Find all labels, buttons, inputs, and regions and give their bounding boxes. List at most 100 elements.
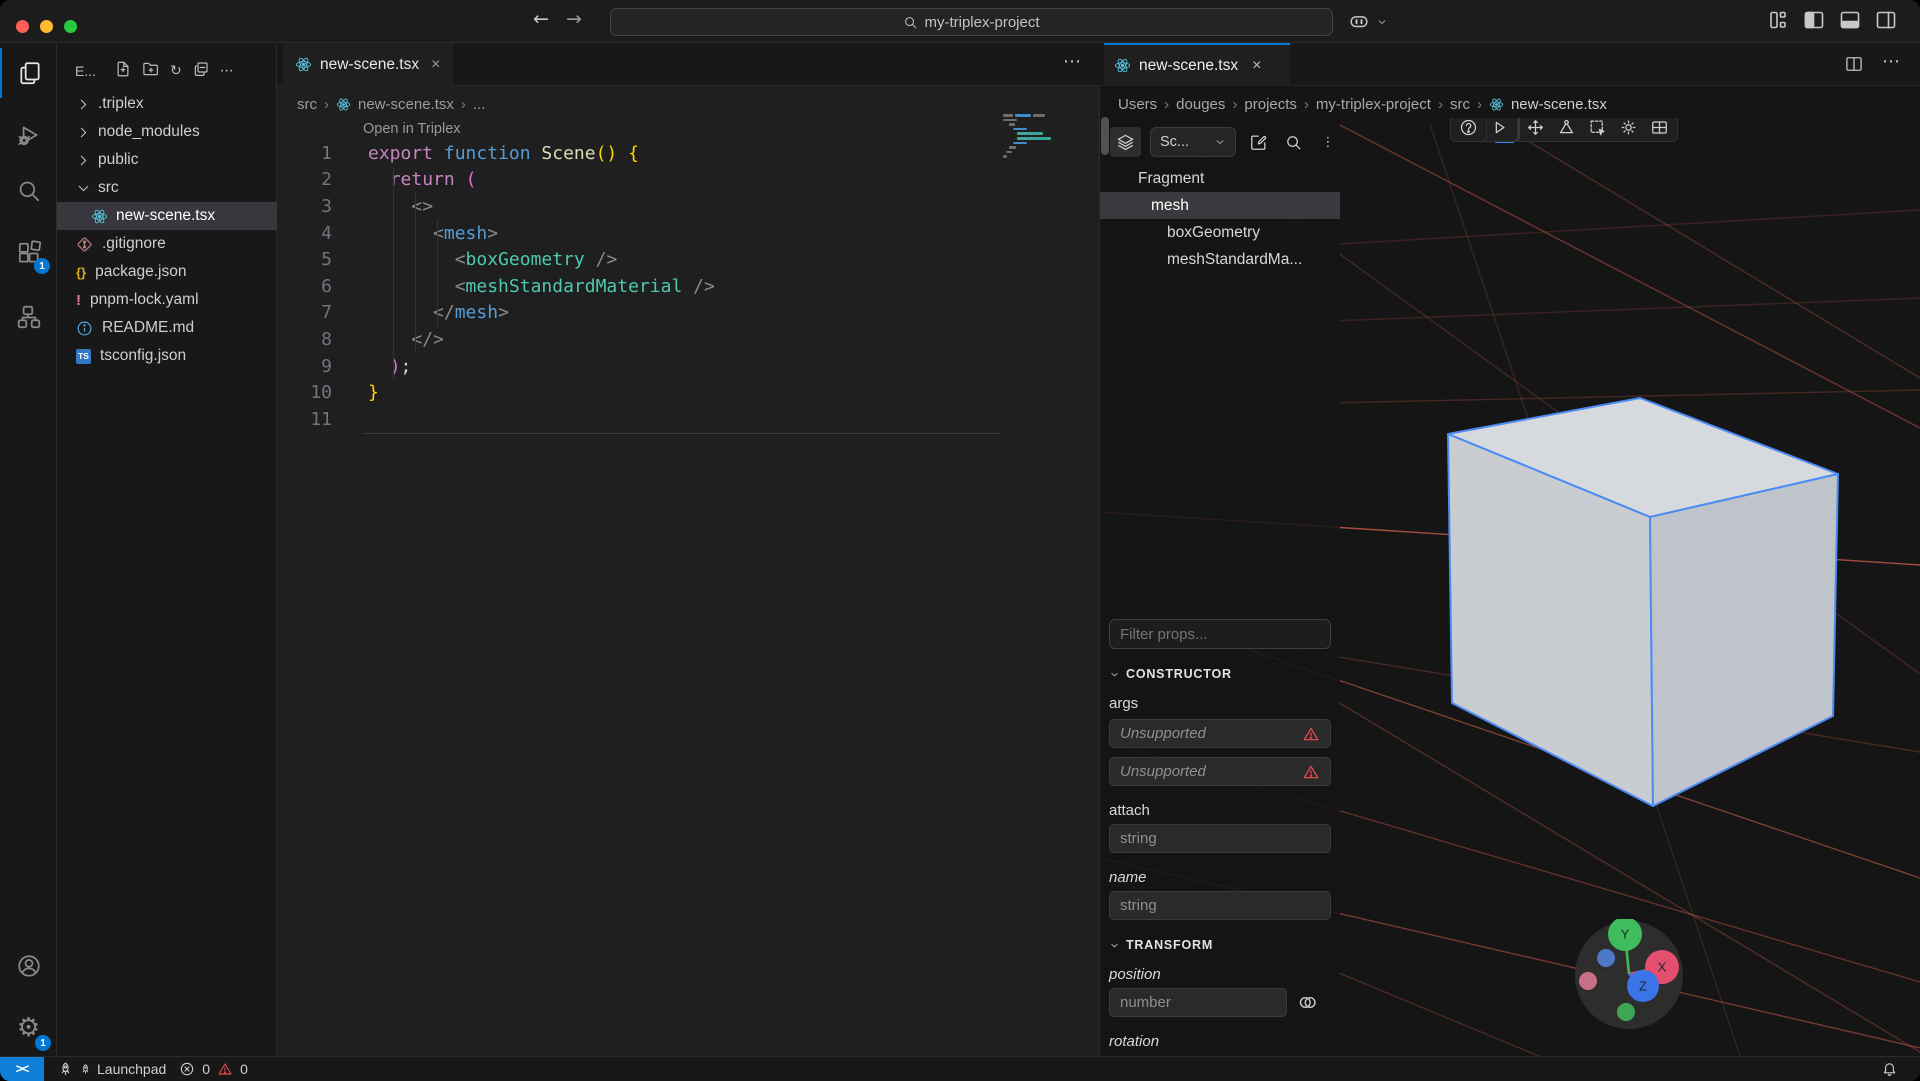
file-tree-item-public[interactable]: public xyxy=(57,146,277,174)
code-line-2[interactable]: 2 return ( xyxy=(277,167,1037,194)
minimap[interactable] xyxy=(1003,114,1059,160)
scene-tree-item-mesh[interactable]: mesh xyxy=(1100,192,1340,219)
panel-right-button[interactable] xyxy=(1874,8,1898,37)
more-h-button[interactable]: ⋯ xyxy=(220,62,234,80)
panel-bottom-button[interactable] xyxy=(1838,8,1862,37)
close-icon[interactable]: × xyxy=(1252,57,1261,75)
new-folder-button[interactable] xyxy=(142,60,160,83)
prop-input-args[interactable]: Unsupported xyxy=(1109,757,1331,786)
scene-menu-button[interactable]: ⋮ xyxy=(1315,128,1341,156)
breadcrumb-item[interactable]: douges xyxy=(1176,96,1225,113)
code-line-6[interactable]: 6 <meshStandardMaterial /> xyxy=(277,273,1037,300)
axis-gizmo[interactable]: Y XZ xyxy=(1573,919,1685,1031)
activity-files-button[interactable] xyxy=(0,48,57,98)
problems-button[interactable]: 0 0 xyxy=(179,1061,248,1077)
code-line-1[interactable]: 1 export function Scene() { xyxy=(277,140,1037,167)
edit-scene-button[interactable] xyxy=(1245,128,1271,156)
activity-run-debug-button[interactable] xyxy=(0,110,57,160)
copilot-icon[interactable] xyxy=(1348,10,1370,37)
code-line-7[interactable]: 7 </mesh> xyxy=(277,300,1037,327)
breadcrumb-item[interactable]: projects xyxy=(1244,96,1297,113)
grid-panel-tool-button[interactable] xyxy=(1644,118,1675,141)
activity-gear-button[interactable]: ⚙ 1 xyxy=(0,1003,57,1053)
file-tree-item-tsconfig-json[interactable]: TS tsconfig.json xyxy=(57,342,277,370)
code-line-8[interactable]: 8 </> xyxy=(277,326,1037,353)
code-line-4[interactable]: 4 <mesh> xyxy=(277,220,1037,247)
sun-tool-button[interactable] xyxy=(1613,118,1644,141)
scene-tree-item-Fragment[interactable]: Fragment xyxy=(1100,165,1340,192)
section-header-transform[interactable]: TRANSFORM xyxy=(1109,936,1331,954)
split-editor-icon[interactable] xyxy=(1844,54,1864,74)
tab-triplex-scene[interactable]: new-scene.tsx × xyxy=(1104,43,1290,86)
command-center-search[interactable]: my-triplex-project xyxy=(610,8,1333,36)
panel-left-button[interactable] xyxy=(1802,8,1826,37)
prop-input-position[interactable]: number xyxy=(1109,988,1287,1017)
collapse-all-button[interactable] xyxy=(192,60,210,83)
file-tree-item-README-md[interactable]: README.md xyxy=(57,314,277,342)
refresh-button[interactable]: ↻ xyxy=(170,62,182,80)
breadcrumb-file[interactable]: new-scene.tsx xyxy=(1511,96,1607,113)
prop-label-position: position xyxy=(1109,966,1161,983)
file-tree-item-node-modules[interactable]: node_modules xyxy=(57,118,277,146)
new-file-button[interactable] xyxy=(114,60,132,83)
scene-tree-item-meshStandardMa-[interactable]: meshStandardMa... xyxy=(1100,246,1340,273)
activity-account-button[interactable] xyxy=(0,941,57,991)
nav-back-button[interactable]: ← xyxy=(533,9,549,31)
launchpad-button[interactable]: Launchpad xyxy=(57,1061,166,1078)
minimize-window-button[interactable] xyxy=(40,20,53,33)
sash-handle[interactable] xyxy=(1101,117,1109,155)
breadcrumb[interactable]: src › new-scene.tsx ›... xyxy=(297,91,485,117)
editor-more-actions-icon[interactable]: ⋯ xyxy=(1063,53,1081,71)
breadcrumb-item[interactable]: src xyxy=(1450,96,1470,113)
nav-forward-button[interactable]: → xyxy=(566,9,582,31)
copilot-chevron-icon[interactable] xyxy=(1376,15,1388,33)
code-line-10[interactable]: 10} xyxy=(277,379,1037,406)
layers-button[interactable] xyxy=(1110,127,1141,157)
code-area[interactable]: 1 export function Scene() {2 return (3 <>… xyxy=(277,140,1037,433)
section-header-constructor[interactable]: CONSTRUCTOR xyxy=(1109,665,1331,683)
code-line-9[interactable]: 9 ); xyxy=(277,353,1037,380)
tab-new-scene[interactable]: new-scene.tsx × xyxy=(283,43,454,86)
file-tree-item-pnpm-lock-yaml[interactable]: ! pnpm-lock.yaml xyxy=(57,286,277,314)
close-icon[interactable]: × xyxy=(431,56,440,74)
link-axes-toggle-icon[interactable] xyxy=(1297,992,1318,1013)
filter-props-input[interactable] xyxy=(1109,619,1331,649)
scene-tree-item-boxGeometry[interactable]: boxGeometry xyxy=(1100,219,1340,246)
prop-input-args[interactable]: Unsupported xyxy=(1109,719,1331,748)
activity-hierarchy-button[interactable] xyxy=(0,292,57,342)
triangle-tool-tool-button[interactable] xyxy=(1551,118,1582,141)
breadcrumb-file[interactable]: new-scene.tsx xyxy=(358,96,454,113)
activity-extensions-button[interactable]: 1 xyxy=(0,228,57,278)
file-tree-item-src[interactable]: src xyxy=(57,174,277,202)
prop-input-attach[interactable]: string xyxy=(1109,824,1331,853)
help-button[interactable] xyxy=(1453,118,1484,141)
code-line-11[interactable]: 11 xyxy=(277,406,1037,433)
breadcrumb[interactable]: Users › douges › projects › my-triplex-project… xyxy=(1118,91,1607,117)
code-line-5[interactable]: 5 <boxGeometry /> xyxy=(277,246,1037,273)
breadcrumb-more[interactable]: ... xyxy=(473,96,486,113)
file-tree-item--triplex[interactable]: .triplex xyxy=(57,90,277,118)
exclaim-icon: ! xyxy=(76,291,81,309)
search-scene-button[interactable] xyxy=(1280,128,1306,156)
file-tree-item-new-scene-tsx[interactable]: new-scene.tsx xyxy=(57,202,277,230)
activity-search-button[interactable] xyxy=(0,166,57,216)
prop-input-name[interactable]: string xyxy=(1109,891,1331,920)
breadcrumb-item[interactable]: src xyxy=(297,96,317,113)
close-window-button[interactable] xyxy=(16,20,29,33)
play-button[interactable] xyxy=(1484,118,1515,141)
scene-viewport[interactable]: Sc...⋮ ⚙ FragmentmeshboxGeometrymeshStan… xyxy=(1100,118,1920,1056)
zoom-window-button[interactable] xyxy=(64,20,77,33)
remote-indicator-button[interactable]: >< xyxy=(0,1056,44,1081)
file-tree-item-package-json[interactable]: {} package.json xyxy=(57,258,277,286)
panel-more-actions-icon[interactable]: ⋯ xyxy=(1882,53,1900,71)
breadcrumb-item[interactable]: Users xyxy=(1118,96,1157,113)
move-tool-button[interactable] xyxy=(1520,118,1551,141)
scene-select-dropdown[interactable]: Sc... xyxy=(1150,127,1236,157)
breadcrumb-item[interactable]: my-triplex-project xyxy=(1316,96,1431,113)
layout-sections-button[interactable] xyxy=(1766,8,1790,37)
code-line-3[interactable]: 3 <> xyxy=(277,193,1037,220)
notifications-bell-icon[interactable] xyxy=(1881,1061,1898,1078)
marquee-tool-button[interactable] xyxy=(1582,118,1613,141)
file-tree-item--gitignore[interactable]: .gitignore xyxy=(57,230,277,258)
open-in-triplex-lens[interactable]: Open in Triplex xyxy=(363,121,461,137)
